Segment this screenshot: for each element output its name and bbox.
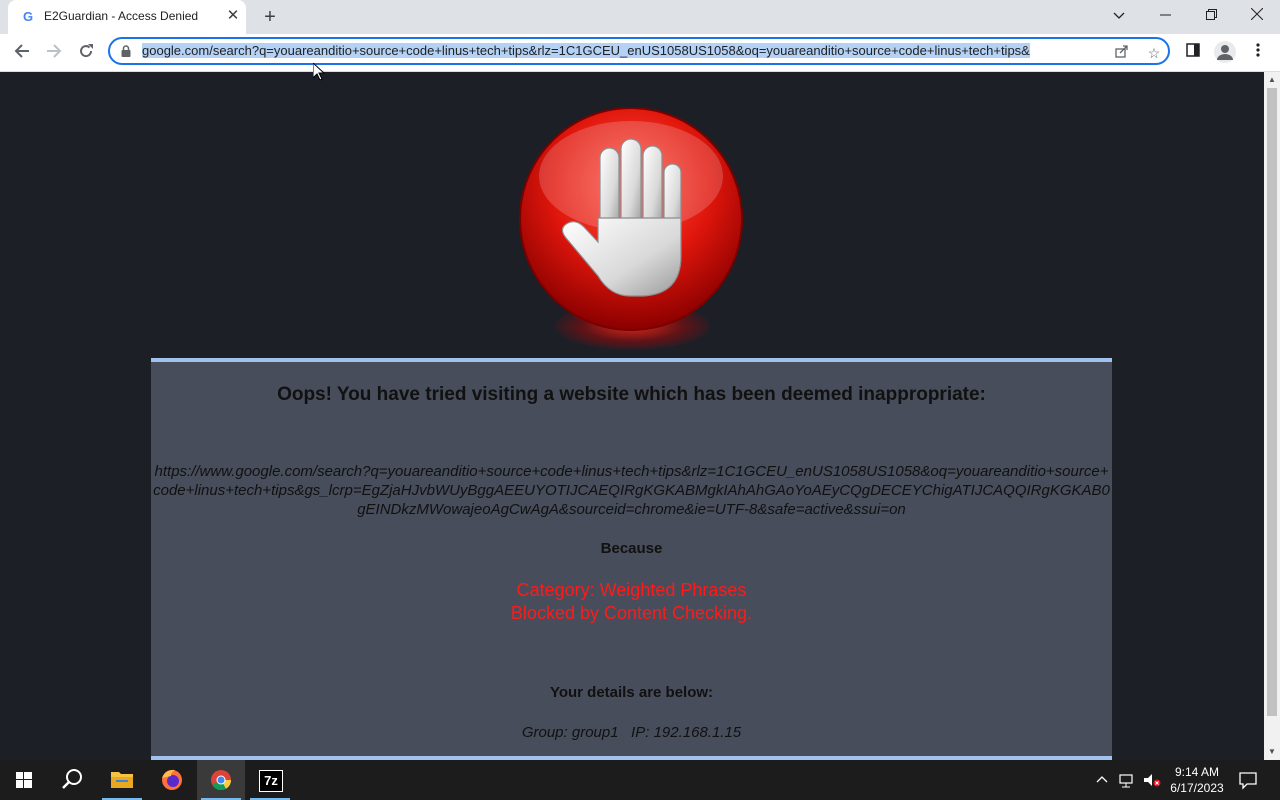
scrollbar-thumb[interactable] [1267,88,1277,716]
notification-icon[interactable] [1238,770,1258,793]
chevron-up-icon[interactable] [1096,770,1108,793]
vertical-scrollbar[interactable]: ▲ ▼ [1264,72,1280,760]
reload-icon[interactable] [72,39,100,67]
restore-icon[interactable] [1188,0,1234,32]
forward-icon[interactable] [40,39,68,67]
7zip-icon[interactable]: 7z [246,760,294,800]
url-text[interactable]: google.com/search?q=youareanditio+source… [142,42,1104,60]
back-icon[interactable] [8,39,36,67]
address-bar[interactable]: google.com/search?q=youareanditio+source… [108,37,1170,65]
windows-start-icon[interactable] [0,760,48,800]
stop-hand-icon [519,107,743,331]
windows-taskbar: 7z 9:14 AM 6/17/2023 [0,760,1280,800]
block-reason: Blocked by Content Checking. [510,603,753,623]
network-icon[interactable] [1118,770,1136,793]
browser-toolbar: google.com/search?q=youareanditio+source… [0,34,1280,72]
details-heading: Your details are below: [549,684,714,701]
minimize-icon[interactable] [1142,0,1188,32]
firefox-icon[interactable] [148,760,196,800]
tab-title: E2Guardian - Access Denied [44,9,199,23]
volume-muted-icon[interactable] [1142,770,1162,793]
access-denied-panel: Oops! You have tried visiting a website … [151,358,1112,760]
user-details: Group: group1 IP: 192.168.1.15 [521,724,742,741]
mouse-cursor-icon [313,63,325,81]
clock-date: 6/17/2023 [1170,781,1224,795]
lock-icon[interactable] [120,45,132,57]
block-category: Category: Weighted Phrases [516,580,747,600]
google-favicon-icon: G [22,9,34,24]
chrome-icon[interactable] [197,760,245,800]
tab-close-icon[interactable]: ✕ [224,7,242,25]
7zip-label: 7z [259,770,283,792]
clock-time: 9:14 AM [1174,765,1220,779]
tab-search-icon[interactable] [1096,0,1142,32]
menu-icon[interactable] [1245,40,1271,66]
taskbar-clock[interactable]: 9:14 AM 6/17/2023 [1166,764,1228,796]
search-icon[interactable] [48,760,96,800]
profile-icon[interactable] [1214,41,1236,63]
url-selected-text: google.com/search?q=youareanditio+source… [142,43,1030,58]
tab-strip: G E2Guardian - Access Denied ✕ + [0,0,1280,34]
star-icon[interactable]: ☆ [1144,43,1164,63]
new-tab-icon[interactable]: + [258,6,282,30]
close-icon[interactable] [1234,0,1280,32]
browser-tab[interactable]: G E2Guardian - Access Denied ✕ [8,0,246,34]
blocked-url: https://www.google.com/search?q=youarean… [153,463,1110,518]
page-heading: Oops! You have tried visiting a website … [277,384,986,405]
scroll-up-icon[interactable]: ▲ [1264,72,1280,88]
share-icon[interactable] [1112,43,1132,63]
because-label: Because [600,540,663,557]
scroll-down-icon[interactable]: ▼ [1264,744,1280,760]
file-explorer-icon[interactable] [98,760,146,800]
side-panel-icon[interactable] [1180,40,1206,66]
page-viewport: Oops! You have tried visiting a website … [0,72,1264,760]
